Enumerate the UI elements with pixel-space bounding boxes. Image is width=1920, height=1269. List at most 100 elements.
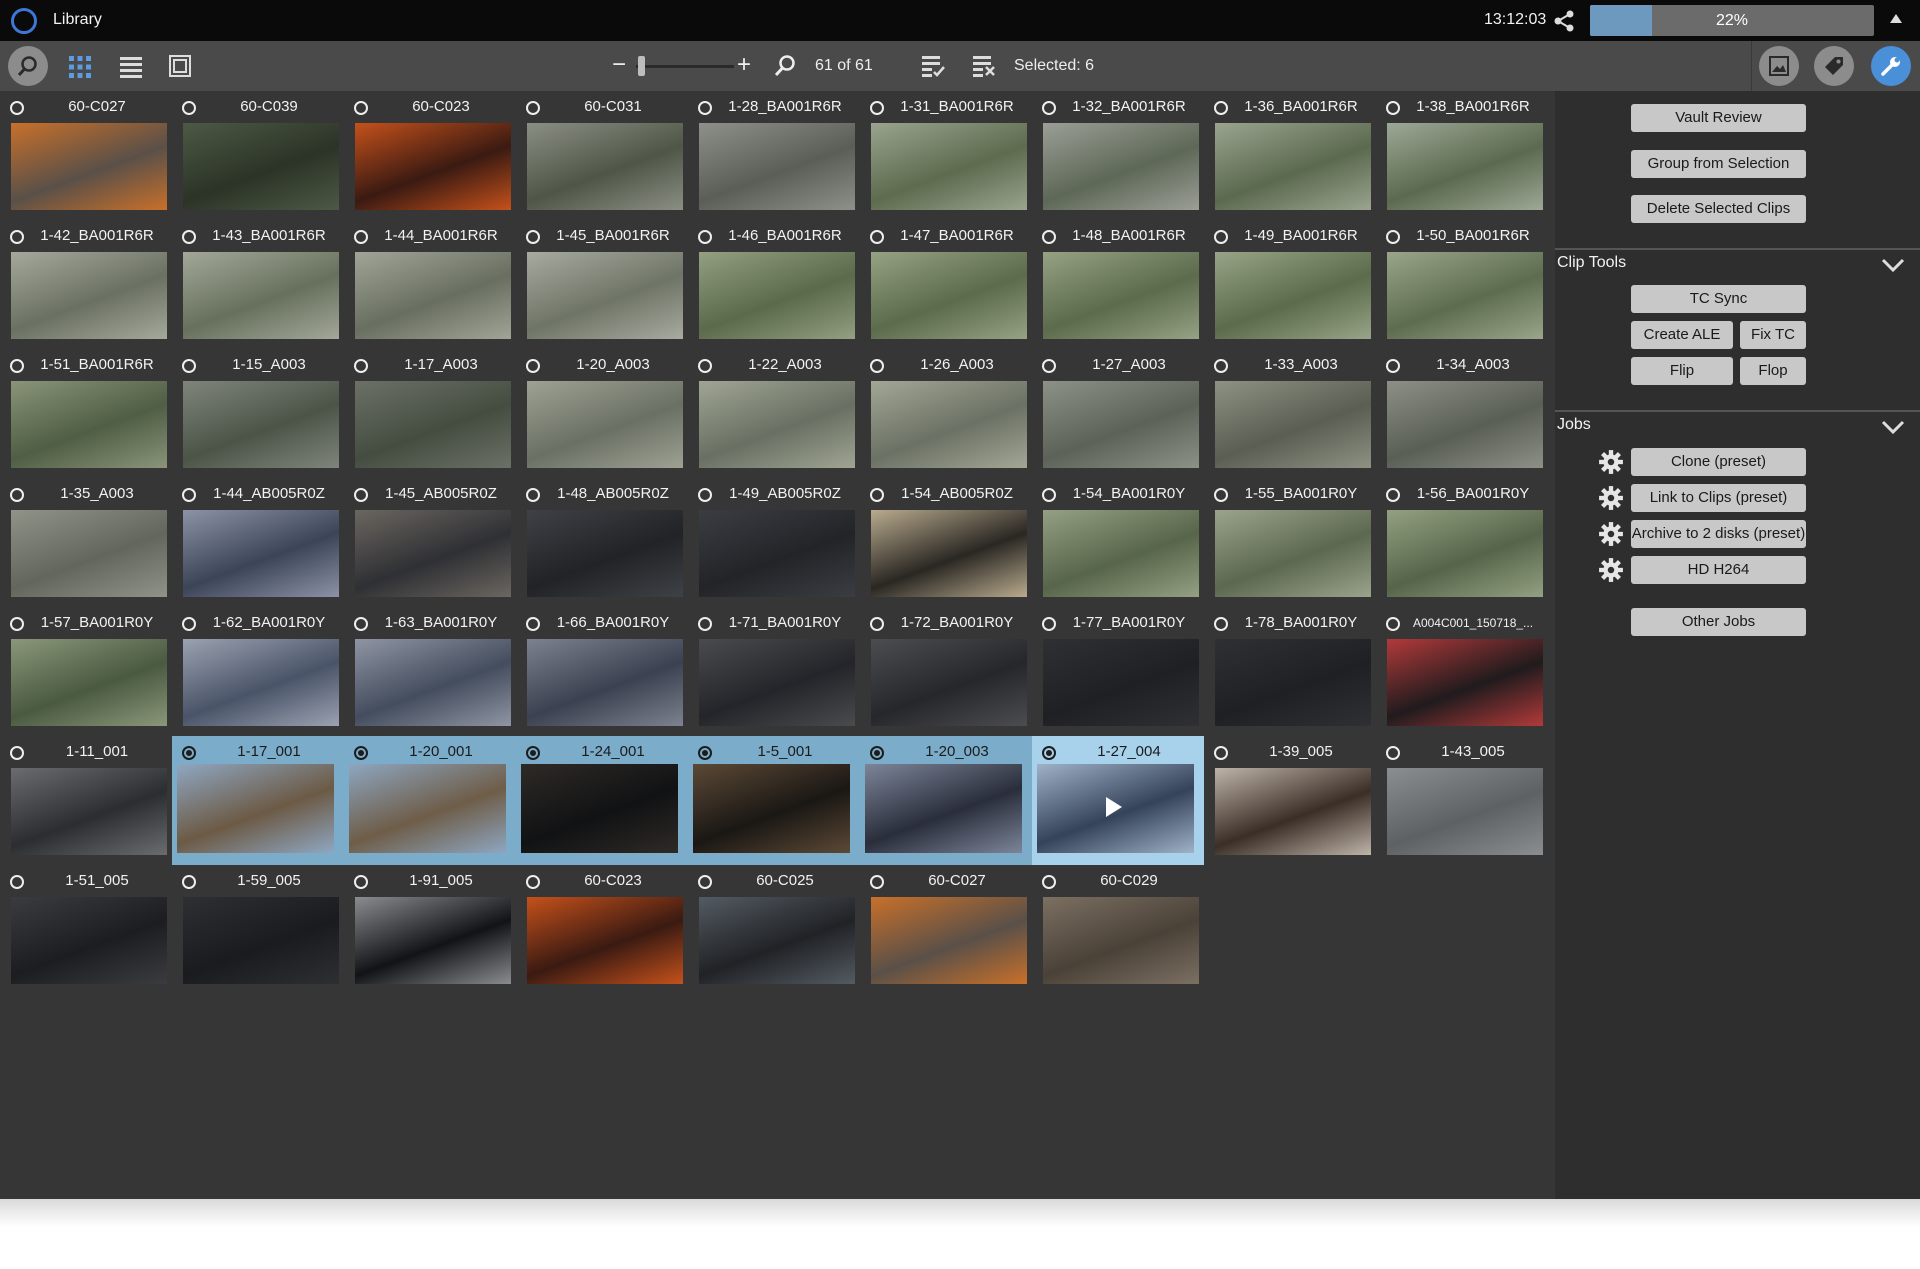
clip-tile[interactable]: 1-49_BA001R6R	[1204, 220, 1376, 349]
clip-thumbnail[interactable]	[699, 252, 855, 339]
clip-tile[interactable]: 1-45_BA001R6R	[516, 220, 688, 349]
clip-thumbnail[interactable]	[527, 381, 683, 468]
clip-tile[interactable]: 1-56_BA001R0Y	[1376, 478, 1548, 607]
zoom-in-button[interactable]: +	[737, 53, 751, 77]
clip-select-radio[interactable]	[1386, 746, 1400, 760]
clip-tile[interactable]: 1-20_A003	[516, 349, 688, 478]
clip-tile[interactable]: 1-54_BA001R0Y	[1032, 478, 1204, 607]
clip-tile[interactable]: 1-55_BA001R0Y	[1204, 478, 1376, 607]
find-icon[interactable]	[773, 54, 797, 78]
zoom-slider[interactable]	[636, 65, 734, 68]
clip-select-radio[interactable]	[1386, 617, 1400, 631]
clip-thumbnail[interactable]	[355, 897, 511, 984]
clip-select-radio[interactable]	[354, 359, 368, 373]
clip-tile[interactable]: 1-31_BA001R6R	[860, 91, 1032, 220]
clip-select-radio[interactable]	[1042, 488, 1056, 502]
flop-button[interactable]: Flop	[1740, 357, 1806, 385]
clip-tile[interactable]: 1-43_BA001R6R	[172, 220, 344, 349]
clip-tile[interactable]: 1-50_BA001R6R	[1376, 220, 1548, 349]
clip-thumbnail[interactable]	[1387, 252, 1543, 339]
clip-select-radio[interactable]	[870, 617, 884, 631]
clip-thumbnail[interactable]	[1387, 123, 1543, 210]
clip-thumbnail[interactable]	[1387, 768, 1543, 855]
clip-tile[interactable]: 1-44_BA001R6R	[344, 220, 516, 349]
clip-thumbnail[interactable]	[1215, 768, 1371, 855]
clip-thumbnail[interactable]	[527, 252, 683, 339]
clip-thumbnail[interactable]	[871, 123, 1027, 210]
clip-tile[interactable]: 1-91_005	[344, 865, 516, 994]
clip-tile[interactable]: 1-63_BA001R0Y	[344, 607, 516, 736]
clip-tile[interactable]: 1-45_AB005R0Z	[344, 478, 516, 607]
clip-thumbnail[interactable]	[699, 510, 855, 597]
clip-thumbnail[interactable]	[11, 768, 167, 855]
clip-thumbnail[interactable]	[1043, 897, 1199, 984]
clip-tile[interactable]: 1-22_A003	[688, 349, 860, 478]
clip-select-radio[interactable]	[10, 230, 24, 244]
clip-thumbnail[interactable]	[355, 252, 511, 339]
clip-thumbnail[interactable]	[871, 252, 1027, 339]
clip-thumbnail[interactable]	[527, 639, 683, 726]
clip-select-radio[interactable]	[182, 617, 196, 631]
clip-select-radio[interactable]	[1042, 359, 1056, 373]
clip-select-radio[interactable]	[1386, 101, 1400, 115]
clip-select-radio[interactable]	[10, 488, 24, 502]
clip-select-radio[interactable]	[1214, 230, 1228, 244]
clip-thumbnail[interactable]	[1387, 639, 1543, 726]
clip-tile[interactable]: 1-11_001	[0, 736, 172, 865]
clip-tile[interactable]: 1-17_001	[172, 736, 344, 865]
clip-tile[interactable]: 60-C027	[860, 865, 1032, 994]
clip-select-radio[interactable]	[870, 875, 884, 889]
clip-select-radio[interactable]	[354, 101, 368, 115]
clip-select-radio[interactable]	[870, 230, 884, 244]
clip-thumbnail[interactable]	[183, 252, 339, 339]
clip-select-radio[interactable]	[1042, 617, 1056, 631]
clip-tile[interactable]: 1-71_BA001R0Y	[688, 607, 860, 736]
clip-tile[interactable]: 60-C025	[688, 865, 860, 994]
clip-thumbnail[interactable]	[183, 123, 339, 210]
clip-thumbnail[interactable]	[1215, 639, 1371, 726]
tools-button[interactable]	[1871, 46, 1911, 86]
clip-select-radio[interactable]	[526, 617, 540, 631]
select-all-icon[interactable]	[921, 54, 945, 78]
grid-view-icon[interactable]	[68, 55, 92, 79]
clip-tile[interactable]: 1-34_A003	[1376, 349, 1548, 478]
clip-select-radio[interactable]	[698, 875, 712, 889]
clip-select-radio[interactable]	[526, 875, 540, 889]
create-ale-button[interactable]: Create ALE	[1631, 321, 1733, 349]
clip-tile[interactable]: 1-66_BA001R0Y	[516, 607, 688, 736]
other-jobs-button[interactable]: Other Jobs	[1631, 608, 1806, 636]
clip-select-radio[interactable]	[870, 359, 884, 373]
gear-icon[interactable]	[1598, 521, 1624, 547]
clip-select-radio[interactable]	[354, 230, 368, 244]
clip-select-radio[interactable]	[1214, 359, 1228, 373]
clip-thumbnail[interactable]	[11, 897, 167, 984]
clip-select-radio[interactable]	[1386, 359, 1400, 373]
clip-tile[interactable]: 1-15_A003	[172, 349, 344, 478]
clip-tile[interactable]: 1-57_BA001R0Y	[0, 607, 172, 736]
clip-thumbnail[interactable]	[183, 639, 339, 726]
fix-tc-button[interactable]: Fix TC	[1740, 321, 1806, 349]
clip-select-radio[interactable]	[182, 488, 196, 502]
clip-select-radio[interactable]	[698, 101, 712, 115]
clip-thumbnail[interactable]	[871, 381, 1027, 468]
clip-tile[interactable]: 1-47_BA001R6R	[860, 220, 1032, 349]
clip-select-radio[interactable]	[354, 746, 368, 760]
clip-thumbnail[interactable]	[177, 764, 334, 853]
clip-thumbnail[interactable]	[183, 510, 339, 597]
clip-thumbnail[interactable]	[11, 252, 167, 339]
clip-select-radio[interactable]	[182, 875, 196, 889]
clip-thumbnail[interactable]	[355, 639, 511, 726]
gear-icon[interactable]	[1598, 485, 1624, 511]
clip-tile[interactable]: 1-48_BA001R6R	[1032, 220, 1204, 349]
clip-select-radio[interactable]	[1386, 488, 1400, 502]
clip-thumbnail[interactable]	[1037, 764, 1194, 853]
clip-thumbnail[interactable]	[699, 897, 855, 984]
clip-thumbnail[interactable]	[871, 897, 1027, 984]
clip-tile[interactable]: 1-49_AB005R0Z	[688, 478, 860, 607]
clip-tile[interactable]: 60-C027	[0, 91, 172, 220]
clip-select-radio[interactable]	[182, 101, 196, 115]
clip-select-radio[interactable]	[1214, 488, 1228, 502]
clip-thumbnail[interactable]	[183, 381, 339, 468]
clip-tile[interactable]: 1-72_BA001R0Y	[860, 607, 1032, 736]
tc-sync-button[interactable]: TC Sync	[1631, 285, 1806, 313]
